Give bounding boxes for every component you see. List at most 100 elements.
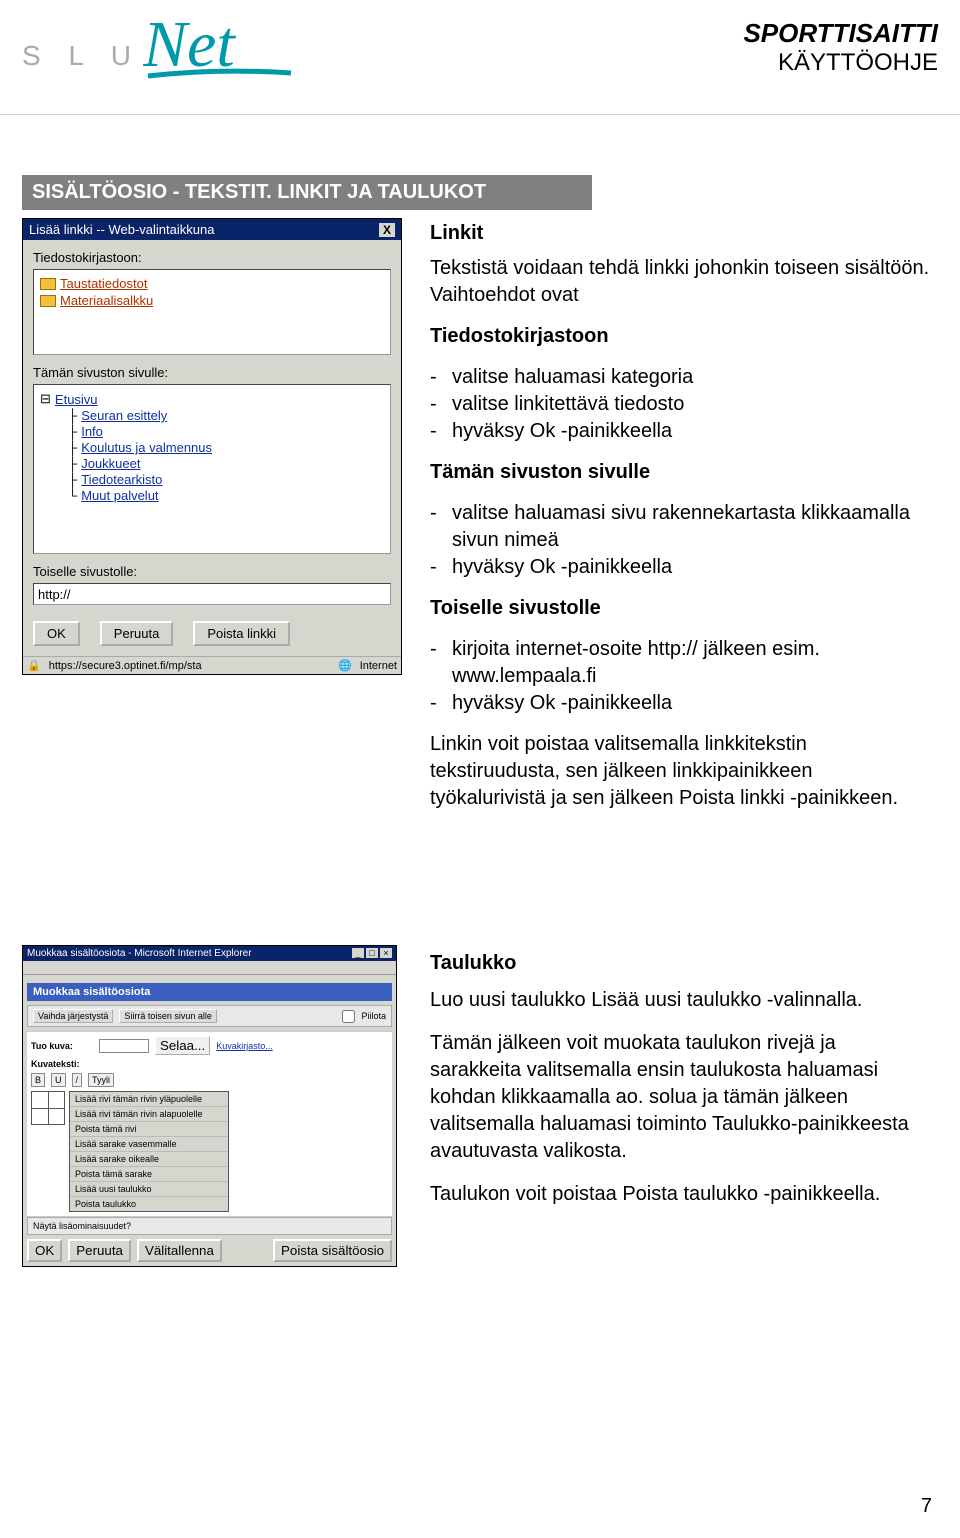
content-table: Taulukko Luo uusi taulukko Lisää uusi ta…	[430, 950, 930, 1224]
tree-item[interactable]: Koulutus ja valmennus	[81, 440, 212, 455]
menu-item[interactable]: Poista tämä sarake	[70, 1167, 228, 1182]
list-othersite: kirjoita internet-osoite http:// jälkeen…	[430, 636, 930, 717]
table-context-menu[interactable]: Lisää rivi tämän rivin yläpuolelle Lisää…	[69, 1091, 229, 1212]
menu-item[interactable]: Lisää sarake vasemmalle	[70, 1137, 228, 1152]
logo-net: Net	[143, 18, 293, 93]
filestore-list[interactable]: Taustatiedostot Materiaalisalkku	[33, 269, 391, 355]
tree-item[interactable]: Seuran esittely	[81, 408, 167, 423]
logo-slu-text: S L U	[22, 40, 141, 72]
folder-icon	[40, 295, 56, 307]
tree-leaf-icon: └	[68, 488, 77, 503]
menu-item[interactable]: Lisää rivi tämän rivin yläpuolelle	[70, 1092, 228, 1107]
image-library-link[interactable]: Kuvakirjasto...	[216, 1041, 273, 1051]
menu-item[interactable]: Poista taulukko	[70, 1197, 228, 1211]
para-remove: Linkin voit poistaa valitsemalla linkkit…	[430, 731, 930, 812]
doc-subtitle: KÄYTTÖOHJE	[743, 49, 938, 77]
cancel-button[interactable]: Peruuta	[68, 1239, 131, 1262]
hide-checkbox[interactable]	[342, 1010, 355, 1023]
tree-leaf-icon: ├	[68, 440, 77, 455]
delete-section-button[interactable]: Poista sisältöosio	[273, 1239, 392, 1262]
menu-item[interactable]: Lisää uusi taulukko	[70, 1182, 228, 1197]
dialog-edit-content: Muokkaa sisältöosiota - Microsoft Intern…	[22, 945, 397, 1267]
hide-label: Piilota	[361, 1011, 386, 1021]
table-icon[interactable]	[31, 1091, 65, 1125]
heading-links: Linkit	[430, 220, 930, 247]
list-item: hyväksy Ok -painikkeella	[430, 554, 930, 581]
heading-table: Taulukko	[430, 950, 930, 977]
close-icon[interactable]: ×	[380, 948, 392, 958]
list-item: hyväksy Ok -painikkeella	[430, 690, 930, 717]
label-othersite: Toiselle sivustolle:	[33, 564, 391, 579]
save-button[interactable]: Välitallenna	[137, 1239, 222, 1262]
tree-leaf-icon: ├	[68, 472, 77, 487]
tree-item[interactable]: Info	[81, 424, 103, 439]
tree-item[interactable]: Etusivu	[55, 392, 98, 407]
para-intro: Tekstistä voidaan tehdä linkki johonkin …	[430, 255, 930, 309]
ie-toolbar	[23, 961, 396, 975]
dialog2-title: Muokkaa sisältöosiota - Microsoft Intern…	[27, 948, 252, 959]
page-number: 7	[921, 1495, 932, 1518]
maximize-icon[interactable]: □	[366, 948, 378, 958]
globe-icon: 🌐	[338, 659, 352, 672]
page-header: S L U Net SPORTTISAITTI KÄYTTÖOHJE	[0, 0, 960, 115]
para-table-3: Taulukon voit poistaa Poista taulukko -p…	[430, 1181, 930, 1208]
subhead-othersite: Toiselle sivustolle	[430, 597, 601, 619]
dialog1-title: Lisää linkki -- Web-valintaikkuna	[29, 222, 214, 237]
list-item: kirjoita internet-osoite http:// jälkeen…	[430, 636, 930, 690]
dialog2-titlebar: Muokkaa sisältöosiota - Microsoft Intern…	[23, 946, 396, 961]
doc-title: SPORTTISAITTI	[743, 18, 938, 49]
para-table-1: Luo uusi taulukko Lisää uusi taulukko -v…	[430, 987, 930, 1014]
lock-icon: 🔒	[27, 659, 41, 672]
cancel-button[interactable]: Peruuta	[100, 621, 174, 646]
image-path-input[interactable]	[99, 1039, 149, 1053]
remove-link-button[interactable]: Poista linkki	[193, 621, 290, 646]
tree-leaf-icon: ├	[68, 456, 77, 471]
tree-toggle-icon[interactable]: ⊟	[40, 391, 51, 407]
dialog1-titlebar: Lisää linkki -- Web-valintaikkuna X	[23, 219, 401, 240]
italic-button[interactable]: /	[72, 1073, 83, 1087]
panel-title: Muokkaa sisältöosiota	[27, 983, 392, 1001]
header-right: SPORTTISAITTI KÄYTTÖOHJE	[743, 18, 938, 77]
menu-item[interactable]: Lisää rivi tämän rivin alapuolelle	[70, 1107, 228, 1122]
status-url: https://secure3.optinet.fi/mp/sta	[49, 660, 202, 672]
tree-item[interactable]: Tiedotearkisto	[81, 472, 162, 487]
minimize-icon[interactable]: _	[352, 948, 364, 958]
list-item: valitse haluamasi kategoria	[430, 364, 930, 391]
tree-item[interactable]: Joukkueet	[81, 456, 140, 471]
mini-toolbar: B U / Tyyli	[31, 1073, 388, 1087]
sitemap-tree[interactable]: ⊟ Etusivu ├ Seuran esittely ├ Info ├ Koulutu…	[33, 384, 391, 554]
para-table-2: Tämän jälkeen voit muokata taulukon rive…	[430, 1030, 930, 1165]
bold-button[interactable]: B	[31, 1073, 45, 1087]
label-filestore: Tiedostokirjastoon:	[33, 250, 391, 265]
label-caption: Kuvateksti:	[31, 1059, 93, 1069]
form-area: Tuo kuva: Selaa... Kuvakirjasto... Kuvat…	[27, 1031, 392, 1217]
action-strip: Vaihda järjestystä Siirrä toisen sivun a…	[27, 1005, 392, 1027]
list-filestore: valitse haluamasi kategoria valitse link…	[430, 364, 930, 445]
btn-move-under[interactable]: Siirrä toisen sivun alle	[119, 1009, 217, 1023]
ok-button[interactable]: OK	[33, 621, 80, 646]
subhead-thissite: Tämän sivuston sivulle	[430, 461, 650, 483]
btn-reorder[interactable]: Vaihda järjestystä	[33, 1009, 113, 1023]
underline-button[interactable]: U	[51, 1073, 66, 1087]
file-item[interactable]: Materiaalisalkku	[60, 293, 153, 308]
show-more-label[interactable]: Näytä lisäominaisuudet?	[33, 1221, 131, 1231]
list-item: valitse linkitettävä tiedosto	[430, 391, 930, 418]
show-more-strip: Näytä lisäominaisuudet?	[27, 1217, 392, 1235]
menu-item[interactable]: Poista tämä rivi	[70, 1122, 228, 1137]
file-item[interactable]: Taustatiedostot	[60, 276, 147, 291]
list-thissite: valitse haluamasi sivu rakennekartasta k…	[430, 500, 930, 581]
list-item: valitse haluamasi sivu rakennekartasta k…	[430, 500, 930, 554]
content-links: Linkit Tekstistä voidaan tehdä linkki jo…	[430, 220, 930, 826]
list-item: hyväksy Ok -painikkeella	[430, 418, 930, 445]
status-zone: Internet	[360, 660, 397, 672]
menu-item[interactable]: Lisää sarake oikealle	[70, 1152, 228, 1167]
browse-button[interactable]: Selaa...	[155, 1036, 210, 1055]
style-button[interactable]: Tyyli	[88, 1073, 114, 1087]
tree-leaf-icon: ├	[68, 424, 77, 439]
tree-item[interactable]: Muut palvelut	[81, 488, 158, 503]
label-thissite: Tämän sivuston sivulle:	[33, 365, 391, 380]
close-icon[interactable]: X	[379, 223, 395, 237]
ok-button[interactable]: OK	[27, 1239, 62, 1262]
dialog1-statusbar: 🔒 https://secure3.optinet.fi/mp/sta 🌐 In…	[23, 656, 401, 674]
url-input[interactable]	[33, 583, 391, 605]
